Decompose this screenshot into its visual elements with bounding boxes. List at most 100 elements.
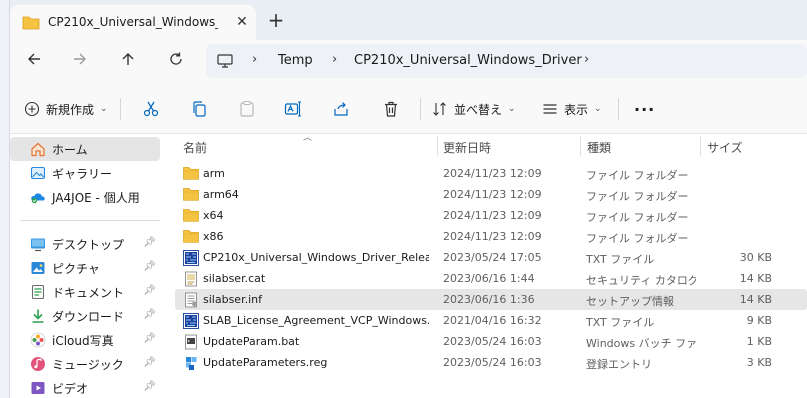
back-icon[interactable] xyxy=(22,50,46,74)
file-row[interactable]: x64 2024/11/23 12:09 ファイル フォルダー xyxy=(175,205,807,226)
file-size: 14 KB xyxy=(739,293,772,306)
view-button[interactable]: 表示 ⌄ xyxy=(542,98,602,120)
breadcrumb-chevron-icon[interactable]: › xyxy=(332,52,337,67)
column-resize-handle[interactable] xyxy=(437,136,438,156)
file-row[interactable]: UpdateParameters.reg 2023/05/24 16:03 登録エン… xyxy=(175,352,807,373)
file-row[interactable]: CP210x_Universal_Windows_Driver_Relea...… xyxy=(175,247,807,268)
more-options-button[interactable]: ··· xyxy=(634,98,655,120)
sidebar-item-desktop[interactable]: デスクトップ 📌︎ xyxy=(10,232,160,256)
file-type: ファイル フォルダー xyxy=(586,232,689,245)
refresh-icon[interactable] xyxy=(164,50,188,74)
copy-button[interactable] xyxy=(190,98,208,120)
gallery-icon xyxy=(30,165,46,181)
file-row[interactable]: x86 2024/11/23 12:09 ファイル フォルダー xyxy=(175,226,807,247)
sidebar-item-label: ダウンロード xyxy=(52,309,125,324)
sidebar-item-documents[interactable]: ドキュメント 📌︎ xyxy=(10,280,160,304)
new-button[interactable]: 新規作成 ⌄ xyxy=(24,98,108,120)
breadcrumb-chevron-icon[interactable]: › xyxy=(584,52,589,67)
file-modified-date: 2023/05/24 16:03 xyxy=(443,356,542,369)
music-icon xyxy=(30,356,46,372)
sidebar-item-onedrive[interactable]: JA4JOE - 個人用 xyxy=(10,185,160,209)
column-header-date[interactable]: 更新日時 xyxy=(443,139,491,156)
file-name: UpdateParameters.reg xyxy=(203,356,328,369)
column-header-row: ︿ 名前 更新日時 種類 サイズ xyxy=(167,133,807,158)
new-button-label: 新規作成 xyxy=(46,102,95,117)
pin-icon[interactable]: 📌︎ xyxy=(143,237,156,248)
breadcrumb-current-folder[interactable]: CP210x_Universal_Windows_Driver xyxy=(354,53,582,68)
sidebar-item-music[interactable]: ミュージック 📌︎ xyxy=(10,352,160,376)
file-size: 14 KB xyxy=(739,272,772,285)
file-modified-date: 2023/05/24 17:05 xyxy=(443,251,542,264)
address-bar[interactable]: › Temp › CP210x_Universal_Windows_Driver… xyxy=(206,44,807,78)
sidebar-item-videos[interactable]: ビデオ 📌︎ xyxy=(10,376,160,398)
file-row[interactable]: arm64 2024/11/23 12:09 ファイル フォルダー xyxy=(175,184,807,205)
sidebar-item-label: ピクチャ xyxy=(52,261,100,276)
sidebar-item-label: iCloud写真 xyxy=(52,333,114,348)
folder-icon xyxy=(183,187,199,203)
file-type: セットアップ情報 xyxy=(586,295,674,308)
column-resize-handle[interactable] xyxy=(700,136,701,156)
new-tab-button[interactable]: + xyxy=(264,9,288,33)
chevron-down-icon: ⌄ xyxy=(508,104,516,114)
rename-button[interactable] xyxy=(284,98,302,120)
pin-icon[interactable]: 📌︎ xyxy=(143,285,156,296)
sidebar-item-label: ドキュメント xyxy=(52,285,125,300)
videos-icon xyxy=(30,380,46,396)
onedrive-icon xyxy=(30,189,46,205)
forward-icon[interactable] xyxy=(68,50,92,74)
breadcrumb-temp[interactable]: Temp xyxy=(278,53,313,68)
rename-icon xyxy=(284,101,301,117)
txt-file-icon xyxy=(183,250,199,266)
pin-icon[interactable]: 📌︎ xyxy=(143,357,156,368)
file-row[interactable]: arm 2024/11/23 12:09 ファイル フォルダー xyxy=(175,163,807,184)
tab-current-folder[interactable]: CP210x_Universal_Windows_Dr ✕ xyxy=(10,5,256,41)
view-button-label: 表示 xyxy=(564,102,589,117)
toolbar-divider xyxy=(618,98,619,120)
pin-icon[interactable]: 📌︎ xyxy=(143,309,156,320)
reg-file-icon xyxy=(183,355,199,371)
file-row[interactable]: silabser.inf 2023/06/16 1:36 セットアップ情報 14 KB xyxy=(175,289,807,310)
file-name: arm xyxy=(203,167,225,180)
file-name: silabser.inf xyxy=(203,293,262,306)
file-row[interactable]: silabser.cat 2023/06/16 1:44 セキュリティ カタログ 14… xyxy=(175,268,807,289)
cut-button[interactable] xyxy=(142,98,160,120)
column-header-type[interactable]: 種類 xyxy=(587,139,611,156)
this-pc-icon xyxy=(216,53,234,72)
sidebar-item-pictures[interactable]: ピクチャ 📌︎ xyxy=(10,256,160,280)
navigation-pane: ホーム ギャラリー JA4JOE - 個人用 デスクトップ 📌︎ ピクチャ 📌︎… xyxy=(10,134,165,398)
sidebar-item-gallery[interactable]: ギャラリー xyxy=(10,161,160,185)
file-row[interactable]: SLAB_License_Agreement_VCP_Windows.... 20… xyxy=(175,310,807,331)
toolbar-divider xyxy=(420,98,421,120)
column-header-name[interactable]: 名前 xyxy=(183,139,207,156)
column-header-size[interactable]: サイズ xyxy=(707,139,743,156)
file-modified-date: 2023/05/24 16:03 xyxy=(443,335,542,348)
column-resize-handle[interactable] xyxy=(580,136,581,156)
folder-icon xyxy=(22,15,40,33)
file-name: CP210x_Universal_Windows_Driver_Relea... xyxy=(203,251,429,264)
toolbar-divider xyxy=(120,98,121,120)
pin-icon[interactable]: 📌︎ xyxy=(143,261,156,272)
file-name: UpdateParam.bat xyxy=(203,335,300,348)
sort-button[interactable]: 並べ替え ⌄ xyxy=(432,98,516,120)
close-tab-icon[interactable]: ✕ xyxy=(232,12,252,32)
file-size: 1 KB xyxy=(746,335,772,348)
up-icon[interactable] xyxy=(116,50,140,74)
share-button[interactable] xyxy=(332,98,350,120)
sidebar-item-home[interactable]: ホーム xyxy=(10,137,160,161)
breadcrumb-chevron-icon[interactable]: › xyxy=(252,52,257,67)
navigation-bar: › Temp › CP210x_Universal_Windows_Driver… xyxy=(10,40,807,84)
file-type: TXT ファイル xyxy=(586,316,655,329)
file-name: arm64 xyxy=(203,188,239,201)
sidebar-item-icloud-photos[interactable]: iCloud写真 📌︎ xyxy=(10,328,160,352)
background-window-edge xyxy=(0,0,10,398)
pin-icon[interactable]: 📌︎ xyxy=(143,381,156,392)
sidebar-item-label: デスクトップ xyxy=(52,237,125,252)
sidebar-item-downloads[interactable]: ダウンロード 📌︎ xyxy=(10,304,160,328)
trash-icon xyxy=(385,101,397,117)
sidebar-item-label: ギャラリー xyxy=(52,166,113,181)
paste-button[interactable] xyxy=(238,98,256,120)
file-row[interactable]: UpdateParam.bat 2023/05/24 16:03 Windows バ… xyxy=(175,331,807,352)
catalog-file-icon xyxy=(183,271,199,287)
pin-icon[interactable]: 📌︎ xyxy=(143,333,156,344)
delete-button[interactable] xyxy=(382,98,400,120)
